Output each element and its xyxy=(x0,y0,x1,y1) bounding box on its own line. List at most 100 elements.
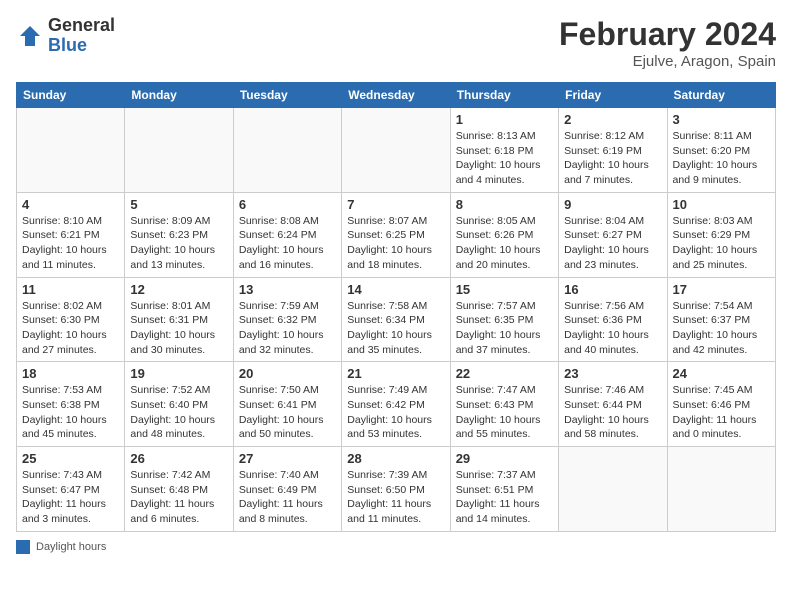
day-info: Sunrise: 7:45 AMSunset: 6:46 PMDaylight:… xyxy=(673,383,770,442)
calendar-cell: 11 Sunrise: 8:02 AMSunset: 6:30 PMDayligh… xyxy=(17,277,125,362)
column-header-monday: Monday xyxy=(125,83,233,108)
calendar-cell: 5 Sunrise: 8:09 AMSunset: 6:23 PMDaylight… xyxy=(125,192,233,277)
calendar-cell: 10 Sunrise: 8:03 AMSunset: 6:29 PMDayligh… xyxy=(667,192,775,277)
day-info: Sunrise: 7:37 AMSunset: 6:51 PMDaylight:… xyxy=(456,468,553,527)
day-number: 12 xyxy=(130,282,227,297)
day-number: 20 xyxy=(239,366,336,381)
day-info: Sunrise: 7:50 AMSunset: 6:41 PMDaylight:… xyxy=(239,383,336,442)
day-info: Sunrise: 7:52 AMSunset: 6:40 PMDaylight:… xyxy=(130,383,227,442)
day-number: 10 xyxy=(673,197,770,212)
day-number: 7 xyxy=(347,197,444,212)
legend-box xyxy=(16,540,30,554)
day-number: 2 xyxy=(564,112,661,127)
calendar-cell: 16Sunrise: 7:56 AMSunset: 6:36 PMDayligh… xyxy=(559,277,667,362)
day-number: 26 xyxy=(130,451,227,466)
column-header-saturday: Saturday xyxy=(667,83,775,108)
day-number: 24 xyxy=(673,366,770,381)
calendar-week-row: 18 Sunrise: 7:53 AMSunset: 6:38 PMDayligh… xyxy=(17,362,776,447)
day-info: Sunrise: 8:09 AMSunset: 6:23 PMDaylight:… xyxy=(130,214,227,273)
day-info: Sunrise: 7:40 AMSunset: 6:49 PMDaylight:… xyxy=(239,468,336,527)
day-number: 15 xyxy=(456,282,553,297)
day-info: Sunrise: 7:42 AMSunset: 6:48 PMDaylight:… xyxy=(130,468,227,527)
column-header-wednesday: Wednesday xyxy=(342,83,450,108)
day-info: Sunrise: 7:43 AMSunset: 6:47 PMDaylight:… xyxy=(22,468,119,527)
day-info: Sunrise: 7:49 AMSunset: 6:42 PMDaylight:… xyxy=(347,383,444,442)
subtitle: Ejulve, Aragon, Spain xyxy=(559,53,776,70)
day-number: 18 xyxy=(22,366,119,381)
calendar-cell xyxy=(667,447,775,532)
main-title: February 2024 xyxy=(559,16,776,53)
calendar-cell: 12 Sunrise: 8:01 AMSunset: 6:31 PMDayligh… xyxy=(125,277,233,362)
day-number: 22 xyxy=(456,366,553,381)
calendar-cell: 27 Sunrise: 7:40 AMSunset: 6:49 PMDayligh… xyxy=(233,447,341,532)
calendar-cell: 19 Sunrise: 7:52 AMSunset: 6:40 PMDayligh… xyxy=(125,362,233,447)
legend-label: Daylight hours xyxy=(36,541,106,553)
day-info: Sunrise: 8:12 AMSunset: 6:19 PMDaylight:… xyxy=(564,129,661,188)
calendar-cell: 8Sunrise: 8:05 AMSunset: 6:26 PMDaylight… xyxy=(450,192,558,277)
day-info: Sunrise: 8:04 AMSunset: 6:27 PMDaylight:… xyxy=(564,214,661,273)
day-info: Sunrise: 7:59 AMSunset: 6:32 PMDaylight:… xyxy=(239,299,336,358)
calendar-cell: 22Sunrise: 7:47 AMSunset: 6:43 PMDayligh… xyxy=(450,362,558,447)
calendar-cell: 15 Sunrise: 7:57 AMSunset: 6:35 PMDayligh… xyxy=(450,277,558,362)
calendar-week-row: 11 Sunrise: 8:02 AMSunset: 6:30 PMDayligh… xyxy=(17,277,776,362)
calendar-cell: 29 Sunrise: 7:37 AMSunset: 6:51 PMDayligh… xyxy=(450,447,558,532)
calendar-cell xyxy=(559,447,667,532)
day-number: 27 xyxy=(239,451,336,466)
calendar-cell xyxy=(125,108,233,193)
logo: General Blue xyxy=(16,16,115,56)
day-info: Sunrise: 8:05 AMSunset: 6:26 PMDaylight:… xyxy=(456,214,553,273)
day-number: 9 xyxy=(564,197,661,212)
column-header-tuesday: Tuesday xyxy=(233,83,341,108)
logo-general: General xyxy=(48,16,115,36)
calendar-week-row: 4Sunrise: 8:10 AMSunset: 6:21 PMDaylight… xyxy=(17,192,776,277)
day-info: Sunrise: 8:03 AMSunset: 6:29 PMDaylight:… xyxy=(673,214,770,273)
calendar-cell: 23 Sunrise: 7:46 AMSunset: 6:44 PMDayligh… xyxy=(559,362,667,447)
day-number: 21 xyxy=(347,366,444,381)
calendar-cell: 3Sunrise: 8:11 AMSunset: 6:20 PMDaylight… xyxy=(667,108,775,193)
logo-text: General Blue xyxy=(48,16,115,56)
calendar-cell: 28 Sunrise: 7:39 AMSunset: 6:50 PMDayligh… xyxy=(342,447,450,532)
day-number: 13 xyxy=(239,282,336,297)
logo-blue: Blue xyxy=(48,36,115,56)
day-number: 11 xyxy=(22,282,119,297)
calendar-cell: 26 Sunrise: 7:42 AMSunset: 6:48 PMDayligh… xyxy=(125,447,233,532)
day-info: Sunrise: 7:39 AMSunset: 6:50 PMDaylight:… xyxy=(347,468,444,527)
calendar-cell: 6 Sunrise: 8:08 AMSunset: 6:24 PMDaylight… xyxy=(233,192,341,277)
calendar-cell: 7 Sunrise: 8:07 AMSunset: 6:25 PMDaylight… xyxy=(342,192,450,277)
day-number: 19 xyxy=(130,366,227,381)
calendar-cell xyxy=(17,108,125,193)
calendar-cell: 1Sunrise: 8:13 AMSunset: 6:18 PMDaylight… xyxy=(450,108,558,193)
day-number: 5 xyxy=(130,197,227,212)
calendar-body: 1Sunrise: 8:13 AMSunset: 6:18 PMDaylight… xyxy=(17,108,776,532)
day-info: Sunrise: 8:02 AMSunset: 6:30 PMDaylight:… xyxy=(22,299,119,358)
calendar-table: SundayMondayTuesdayWednesdayThursdayFrid… xyxy=(16,82,776,532)
day-number: 4 xyxy=(22,197,119,212)
title-area: February 2024 Ejulve, Aragon, Spain xyxy=(559,16,776,70)
day-info: Sunrise: 7:53 AMSunset: 6:38 PMDaylight:… xyxy=(22,383,119,442)
day-number: 1 xyxy=(456,112,553,127)
column-header-thursday: Thursday xyxy=(450,83,558,108)
day-number: 17 xyxy=(673,282,770,297)
day-info: Sunrise: 8:01 AMSunset: 6:31 PMDaylight:… xyxy=(130,299,227,358)
day-number: 23 xyxy=(564,366,661,381)
day-info: Sunrise: 8:11 AMSunset: 6:20 PMDaylight:… xyxy=(673,129,770,188)
calendar-week-row: 25 Sunrise: 7:43 AMSunset: 6:47 PMDayligh… xyxy=(17,447,776,532)
footer: Daylight hours xyxy=(16,540,776,554)
calendar-week-row: 1Sunrise: 8:13 AMSunset: 6:18 PMDaylight… xyxy=(17,108,776,193)
day-number: 14 xyxy=(347,282,444,297)
day-info: Sunrise: 8:07 AMSunset: 6:25 PMDaylight:… xyxy=(347,214,444,273)
calendar-cell: 18 Sunrise: 7:53 AMSunset: 6:38 PMDayligh… xyxy=(17,362,125,447)
day-info: Sunrise: 7:46 AMSunset: 6:44 PMDaylight:… xyxy=(564,383,661,442)
day-number: 29 xyxy=(456,451,553,466)
day-info: Sunrise: 8:08 AMSunset: 6:24 PMDaylight:… xyxy=(239,214,336,273)
calendar-cell xyxy=(342,108,450,193)
day-number: 28 xyxy=(347,451,444,466)
logo-icon xyxy=(16,22,44,50)
day-number: 16 xyxy=(564,282,661,297)
day-info: Sunrise: 7:54 AMSunset: 6:37 PMDaylight:… xyxy=(673,299,770,358)
day-number: 6 xyxy=(239,197,336,212)
page-header: General Blue February 2024 Ejulve, Arago… xyxy=(16,16,776,70)
day-info: Sunrise: 7:58 AMSunset: 6:34 PMDaylight:… xyxy=(347,299,444,358)
day-info: Sunrise: 7:57 AMSunset: 6:35 PMDaylight:… xyxy=(456,299,553,358)
day-number: 25 xyxy=(22,451,119,466)
